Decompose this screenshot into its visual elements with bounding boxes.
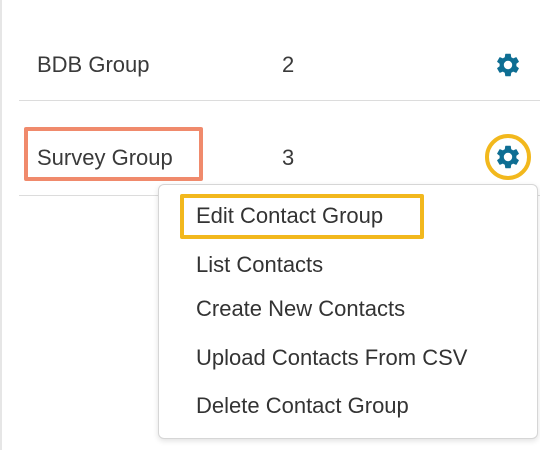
panel-left-border <box>0 0 2 450</box>
menu-item-upload-contacts-csv[interactable]: Upload Contacts From CSV <box>196 345 467 371</box>
highlight-menu-item <box>180 194 424 239</box>
group-count: 3 <box>282 145 295 170</box>
menu-item-delete-contact-group[interactable]: Delete Contact Group <box>196 393 409 419</box>
menu-item-create-new-contacts[interactable]: Create New Contacts <box>196 296 405 322</box>
group-row-bdb: BDB Group 2 <box>19 2 540 101</box>
highlight-gear <box>485 134 531 180</box>
group-name: BDB Group <box>37 52 150 77</box>
gear-icon[interactable] <box>494 51 522 79</box>
contact-groups-panel: BDB Group 2 Survey Group 3 Edit Contact … <box>0 0 540 450</box>
group-count: 2 <box>282 52 295 77</box>
menu-item-list-contacts[interactable]: List Contacts <box>196 252 323 278</box>
highlight-group-name <box>24 127 203 181</box>
